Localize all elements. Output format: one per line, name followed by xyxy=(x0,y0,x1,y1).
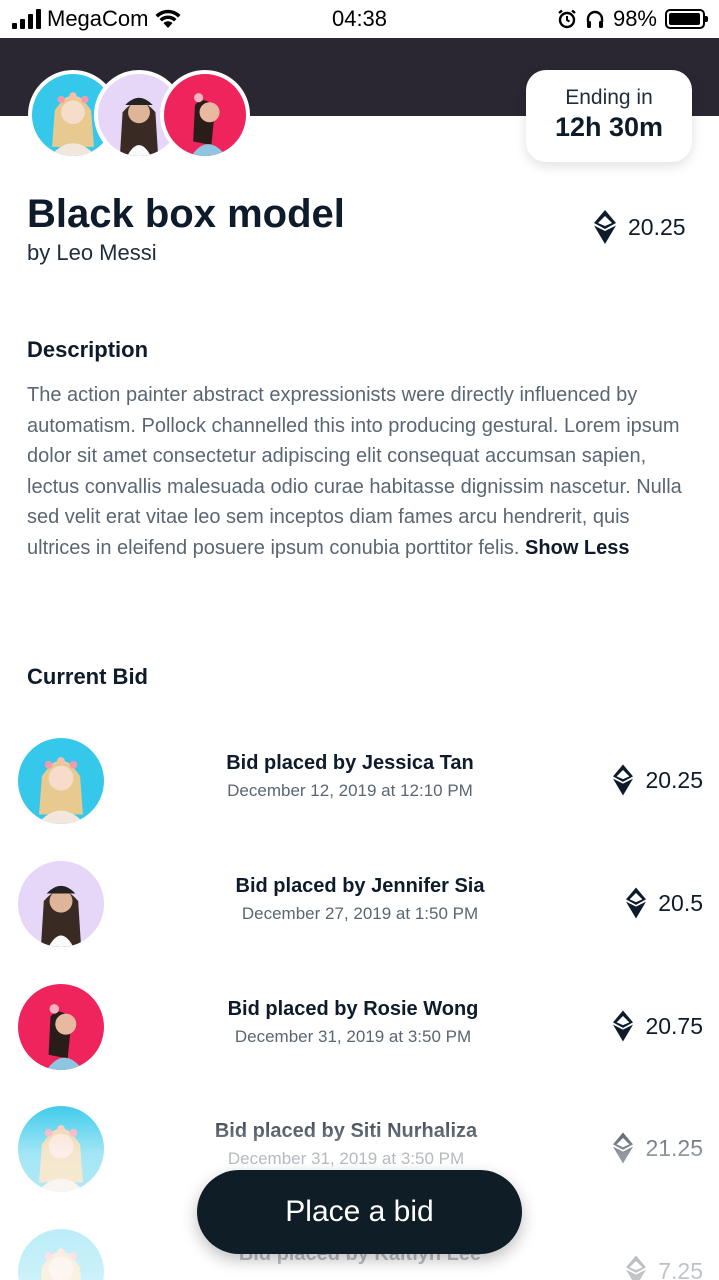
bid-amount: 20.75 xyxy=(613,1010,703,1042)
bid-row[interactable]: Bid placed by Jennifer Sia December 27, … xyxy=(0,861,719,951)
bid-name: Bid placed by Rosie Wong xyxy=(227,998,479,1020)
bid-date: December 31, 2019 at 3:50 PM xyxy=(227,1149,465,1168)
item-price-value: 20.25 xyxy=(628,213,686,240)
avatar[interactable] xyxy=(18,738,104,824)
description-body: The action painter abstract expressionis… xyxy=(27,384,682,559)
bid-amount-value: 20.25 xyxy=(645,766,703,793)
avatar[interactable] xyxy=(18,1229,104,1280)
ethereum-icon xyxy=(626,1255,647,1280)
description-heading: Description xyxy=(27,337,149,362)
current-bid-heading: Current Bid xyxy=(27,664,148,689)
bid-date: December 27, 2019 at 1:50 PM xyxy=(241,904,479,923)
bid-info: Bid placed by Siti Nurhaliza December 31… xyxy=(126,1120,566,1169)
status-bar: MegaCom 04:38 98% xyxy=(0,0,719,38)
avatar[interactable] xyxy=(18,1106,104,1192)
avatar[interactable] xyxy=(160,70,250,160)
place-bid-button[interactable]: Place a bid xyxy=(197,1170,522,1254)
ethereum-icon xyxy=(613,764,634,796)
bid-info: Bid placed by Rosie Wong December 31, 20… xyxy=(133,998,573,1047)
avatar[interactable] xyxy=(18,984,104,1070)
avatar[interactable] xyxy=(18,861,104,947)
headphones-icon xyxy=(586,10,604,28)
bid-date: December 31, 2019 at 3:50 PM xyxy=(234,1027,472,1046)
status-right: 98% xyxy=(557,6,708,32)
bid-amount: 20.5 xyxy=(626,887,703,919)
bid-amount: 7.25 xyxy=(626,1255,703,1280)
ending-label: Ending in xyxy=(565,86,653,109)
ethereum-icon xyxy=(626,887,647,919)
item-artist[interactable]: by Leo Messi xyxy=(27,240,157,266)
bid-amount-value: 7.25 xyxy=(658,1257,703,1280)
bid-row[interactable]: Bid placed by Rosie Wong December 31, 20… xyxy=(0,984,719,1074)
bid-amount-value: 21.25 xyxy=(645,1134,703,1161)
ethereum-icon xyxy=(594,210,616,244)
item-price: 20.25 xyxy=(594,210,686,244)
bid-amount-value: 20.5 xyxy=(658,889,703,916)
ending-value: 12h 30m xyxy=(554,112,664,142)
item-title: Black box model xyxy=(27,192,345,236)
battery-percent: 98% xyxy=(612,6,657,31)
alarm-icon xyxy=(558,9,576,29)
show-less-link[interactable]: Show Less xyxy=(525,537,629,559)
bid-date: December 12, 2019 at 12:10 PM xyxy=(227,781,473,800)
ethereum-icon xyxy=(613,1132,634,1164)
bid-amount-value: 20.75 xyxy=(645,1012,703,1039)
battery-icon xyxy=(665,9,708,29)
bid-info: Bid placed by Jennifer Sia December 27, … xyxy=(140,875,580,924)
bid-amount: 20.25 xyxy=(613,764,703,796)
bid-amount: 21.25 xyxy=(613,1132,703,1164)
bid-name: Bid placed by Jennifer Sia xyxy=(235,875,485,897)
bid-name: Bid placed by Jessica Tan xyxy=(226,752,474,774)
auction-timer-card: Ending in 12h 30m xyxy=(526,70,692,162)
bid-row[interactable]: Bid placed by Jessica Tan December 12, 2… xyxy=(0,738,719,828)
bid-name: Bid placed by Siti Nurhaliza xyxy=(214,1120,478,1142)
description-text: The action painter abstract expressionis… xyxy=(27,380,697,563)
ethereum-icon xyxy=(613,1010,634,1042)
bid-info: Bid placed by Jessica Tan December 12, 2… xyxy=(130,752,570,801)
